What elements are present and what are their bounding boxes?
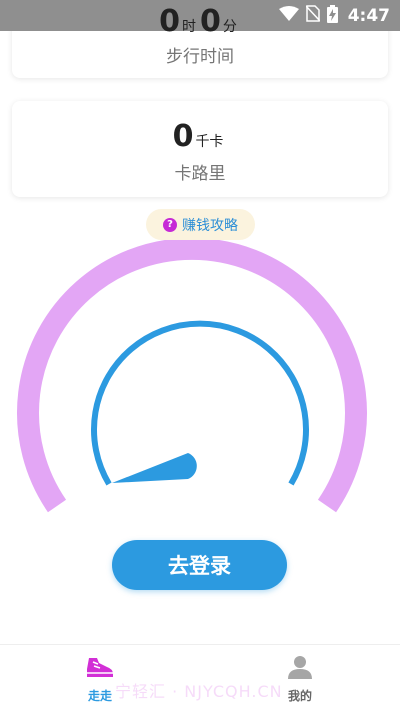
wifi-icon <box>278 5 299 26</box>
no-sim-icon <box>305 5 321 26</box>
question-circle-icon: ? <box>163 217 177 232</box>
calorie-card: 0 千卡 卡路里 <box>12 101 388 197</box>
calorie-unit: 千卡 <box>195 134 224 150</box>
strategy-label: 赚钱攻略 <box>182 217 238 234</box>
nav-walk-label: 走走 <box>87 689 112 703</box>
walk-hours-value: 0 <box>159 4 180 39</box>
walk-minutes-value: 0 <box>200 4 221 39</box>
battery-charging-icon <box>326 4 338 27</box>
user-icon <box>287 655 313 683</box>
calorie-value: 0 <box>172 119 194 154</box>
sneaker-icon <box>85 655 115 683</box>
step-gauge <box>17 240 367 513</box>
bottom-nav: 走走 我的 <box>0 644 400 712</box>
nav-item-mine[interactable]: 我的 <box>270 655 330 704</box>
gauge-needle <box>112 453 197 483</box>
walk-hours-unit: 时 <box>182 19 196 35</box>
strategy-button[interactable]: ? 赚钱攻略 <box>146 209 255 240</box>
nav-mine-label: 我的 <box>287 689 312 703</box>
status-time: 4:47 <box>347 5 390 26</box>
nav-item-walk[interactable]: 走走 <box>70 655 130 704</box>
login-button[interactable]: 去登录 <box>112 540 287 590</box>
calorie-value-row: 0 千卡 <box>12 119 388 154</box>
walk-minutes-unit: 分 <box>222 19 237 35</box>
gauge-inner-arc <box>91 320 309 486</box>
calorie-label: 卡路里 <box>174 164 226 184</box>
status-icons: 4:47 <box>278 0 390 31</box>
walk-time-label: 步行时间 <box>166 47 234 67</box>
